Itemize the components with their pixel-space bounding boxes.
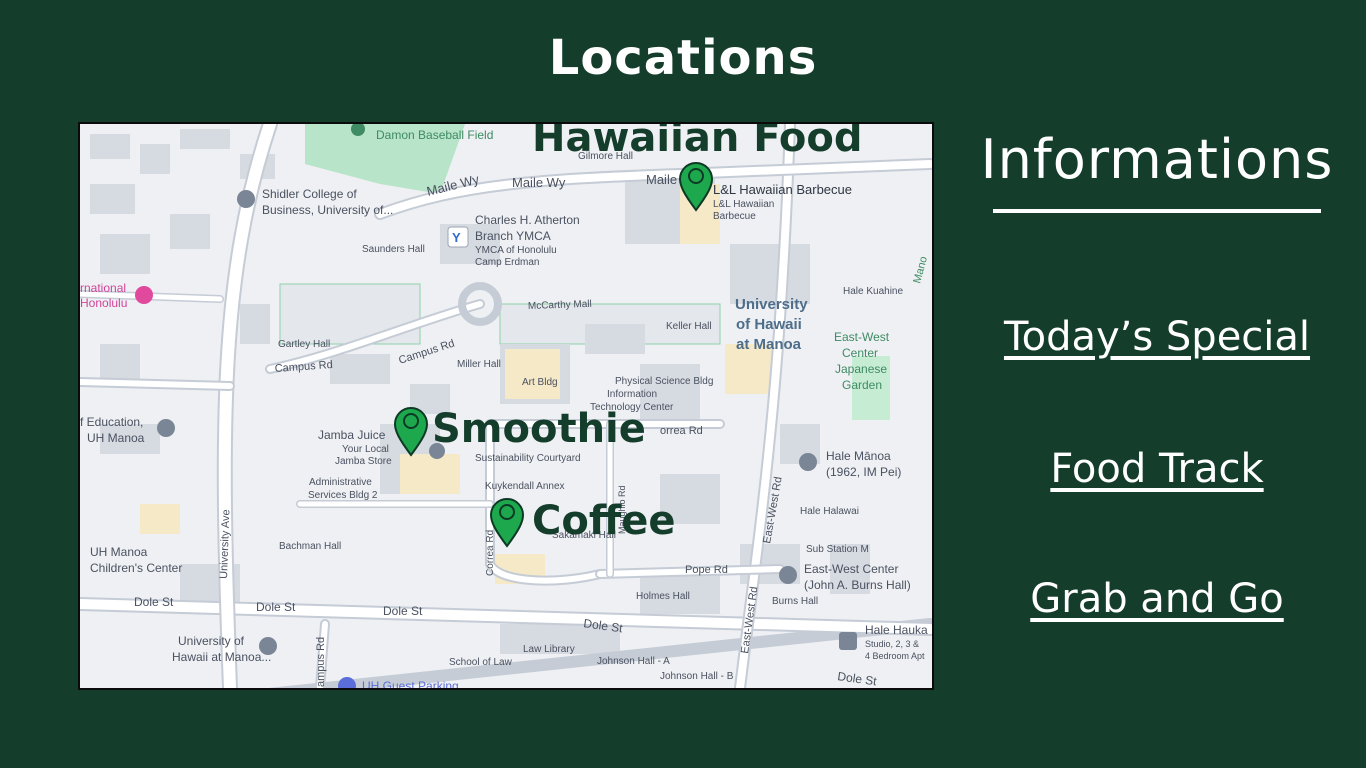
label-damon-baseball: Damon Baseball Field <box>376 128 493 142</box>
label-ymca-4: Camp Erdman <box>475 257 539 268</box>
label-ew-2: Center <box>842 346 878 360</box>
school-marker-icon-3 <box>259 637 277 655</box>
hotel-marker-icon <box>135 286 153 304</box>
label-law-library: Law Library <box>523 644 575 655</box>
label-uh-manoa-bldg-2: Hawaii at Manoa... <box>172 650 271 664</box>
label-hale-manoa-1: Hale Mānoa <box>826 449 891 463</box>
label-saunders: Saunders Hall <box>362 244 425 255</box>
label-uh-children-2: Children's Center <box>90 561 182 575</box>
pin-label-smoothie: Smoothie <box>432 406 646 452</box>
label-mano-v: Mano <box>911 255 930 285</box>
label-lnl: L&L Hawaiian Barbecue <box>713 182 852 197</box>
label-hale-manoa-2: (1962, IM Pei) <box>826 465 901 479</box>
label-school-of-law: School of Law <box>449 657 513 668</box>
school-marker-icon-2 <box>157 419 175 437</box>
label-ewc-burns-2: (John A. Burns Hall) <box>804 578 911 592</box>
label-edu-2: UH Manoa <box>87 431 145 445</box>
label-substation: Sub Station M <box>806 544 869 555</box>
info-title: Informations <box>980 128 1334 191</box>
label-art: Art Bldg <box>522 377 558 388</box>
ymca-logo-icon: Y <box>452 230 461 245</box>
map-canvas[interactable]: Damon Baseball Field Gilmore Hall Maile … <box>80 124 932 688</box>
label-physci: Physical Science Bldg <box>615 376 713 387</box>
page-title: Locations <box>548 30 818 86</box>
label-lnl-sub2: Barbecue <box>713 211 756 222</box>
label-ew-3: Japanese <box>835 362 887 376</box>
label-sustain: Sustainability Courtyard <box>475 453 581 464</box>
label-uh-3: at Manoa <box>736 336 802 353</box>
label-jamba: Jamba Juice <box>318 428 386 442</box>
label-jamba-sub2: Jamba Store <box>335 456 392 467</box>
label-ewc-burns-1: East-West Center <box>804 562 898 576</box>
label-dole-2: Dole St <box>256 600 296 614</box>
label-admin-2: Services Bldg 2 <box>308 490 378 501</box>
label-ew-4: Garden <box>842 378 882 392</box>
label-university-ave: University Ave <box>218 509 232 579</box>
label-maile-wy-2: Maile Wy <box>512 175 566 190</box>
label-pope: Pope Rd <box>685 564 728 576</box>
label-bachman: Bachman Hall <box>279 541 341 552</box>
label-ymca-2: Branch YMCA <box>475 229 551 243</box>
label-correa-rd-v: Correa Rd <box>485 530 496 576</box>
school-marker-icon <box>237 190 255 208</box>
label-gartley: Gartley Hall <box>278 339 330 350</box>
label-ymca-3: YMCA of Honolulu <box>475 245 557 256</box>
label-johnson-b: Johnson Hall - B <box>660 671 734 682</box>
grab-and-go-link[interactable]: Grab and Go <box>960 576 1354 622</box>
apartment-marker-icon <box>839 632 857 650</box>
label-dole-3: Dole St <box>383 604 423 618</box>
label-dole-1: Dole St <box>134 595 174 609</box>
label-hale-hauka-3: 4 Bedroom Apt <box>865 651 925 661</box>
label-dole-5: Dole St <box>837 669 879 688</box>
label-kuykendall: Kuykendall Annex <box>485 481 565 492</box>
label-uh-2: of Hawaii <box>736 316 802 333</box>
campus-map[interactable]: Damon Baseball Field Gilmore Hall Maile … <box>78 122 934 690</box>
label-hale-kuahine: Hale Kuahine <box>843 286 903 297</box>
landmark-marker-icon <box>799 453 817 471</box>
label-lnl-sub: L&L Hawaiian <box>713 199 774 210</box>
label-hale-hauka-2: Studio, 2, 3 & <box>865 639 919 649</box>
label-burns-hall: Burns Hall <box>772 596 818 607</box>
label-uh-children-1: UH Manoa <box>90 545 148 559</box>
label-admin-1: Administrative <box>309 477 372 488</box>
label-shidler-2: Business, University of... <box>262 203 393 217</box>
label-guest-parking: UH Guest Parking <box>362 679 459 688</box>
label-hale-halawai: Hale Halawai <box>800 506 859 517</box>
landmark-marker-icon-2 <box>779 566 797 584</box>
label-intl-1: rnational <box>80 281 126 295</box>
label-campus-rd-v: ampus Rd <box>315 637 327 687</box>
todays-special-link[interactable]: Today’s Special <box>960 314 1354 360</box>
label-ew-1: East-West <box>834 330 890 344</box>
info-divider <box>993 209 1321 213</box>
label-hale-hauka-1: Hale Hauka <box>865 623 928 637</box>
label-ymca-1: Charles H. Atherton <box>475 213 580 227</box>
pin-label-hawaiian-food: Hawaiian Food <box>532 124 863 161</box>
label-correa-1: orrea Rd <box>660 425 703 437</box>
label-uh-1: University <box>735 296 808 313</box>
label-intl-2: Honolulu <box>80 296 127 310</box>
label-maile-wy-3: Maile <box>646 172 677 187</box>
parking-marker-icon <box>338 677 356 688</box>
label-mccarthy: McCarthy Mall <box>528 299 592 312</box>
label-shidler-1: Shidler College of <box>262 187 357 201</box>
label-itc-1: Information <box>607 389 657 400</box>
food-track-link[interactable]: Food Track <box>960 446 1354 492</box>
label-miller: Miller Hall <box>457 359 501 370</box>
label-johnson-a: Johnson Hall - A <box>597 656 670 667</box>
label-holmes: Holmes Hall <box>636 591 690 602</box>
label-edu-1: f Education, <box>80 415 143 429</box>
pin-label-coffee: Coffee <box>532 498 676 544</box>
label-uh-manoa-bldg-1: University of <box>178 634 245 648</box>
label-jamba-sub1: Your Local <box>342 444 389 455</box>
label-keller: Keller Hall <box>666 321 712 332</box>
